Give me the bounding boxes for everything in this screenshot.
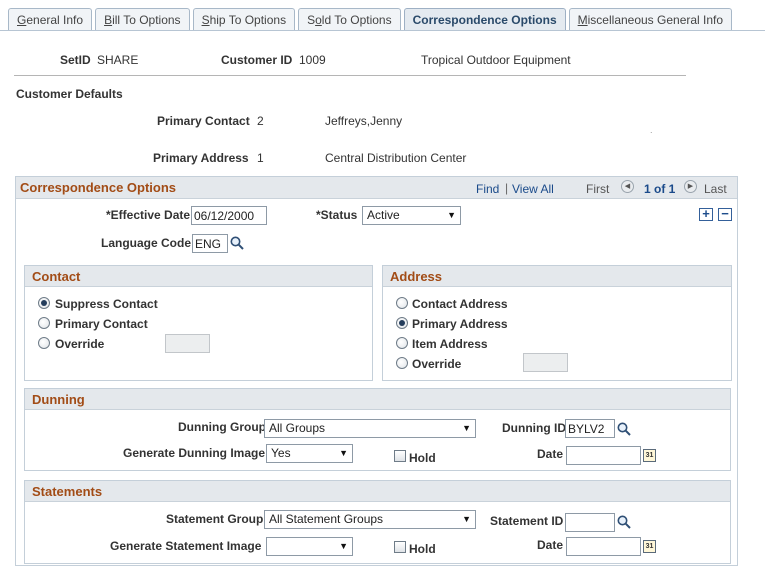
chevron-down-icon: ▼ [339, 448, 348, 458]
generate-statement-image-label: Generate Statement Image [110, 539, 262, 553]
tab-ship-to-options[interactable]: Ship To Options [192, 8, 296, 31]
find-link[interactable]: Find [476, 182, 499, 196]
primary-contact-option-label: Primary Contact [55, 317, 148, 331]
setid-label: SetID [60, 53, 91, 67]
primary-address-number: 1 [257, 151, 264, 165]
contact-override-input[interactable] [165, 334, 210, 353]
first-label: First [586, 182, 610, 196]
primary-contact-radio[interactable] [38, 317, 50, 329]
dunning-group-label: Dunning Group [178, 420, 266, 434]
dunning-hold-checkbox[interactable] [394, 450, 406, 462]
effective-date-label: *Effective Date [106, 208, 191, 222]
item-address-label: Item Address [412, 337, 488, 351]
chevron-down-icon: ▼ [462, 423, 471, 433]
primary-contact-number: 2 [257, 114, 264, 128]
status-select[interactable]: Active ▼ [362, 206, 461, 225]
primary-contact-label: Primary Contact [157, 114, 250, 128]
statements-title: Statements [25, 481, 730, 502]
tab-general-info[interactable]: General Info [8, 8, 93, 31]
suppress-contact-label: Suppress Contact [55, 297, 158, 311]
effective-date-input[interactable] [191, 206, 267, 225]
delete-row-button[interactable]: − [718, 207, 732, 221]
tab-sold-to-options[interactable]: So ld To Options [298, 8, 401, 31]
contact-address-radio[interactable] [396, 297, 408, 309]
statement-hold-checkbox[interactable] [394, 541, 406, 553]
language-code-label: Language Code [101, 236, 192, 250]
dunning-id-label: Dunning ID [502, 421, 566, 435]
primary-address-name: Central Distribution Center [325, 151, 467, 165]
dunning-date-label: Date [537, 447, 564, 461]
primary-contact-name: Jeffreys,Jenny [325, 114, 403, 128]
status-label: *Status [316, 208, 358, 222]
calendar-icon[interactable]: 31 [643, 540, 656, 553]
tab-correspondence-options[interactable]: Correspondence Options [403, 8, 566, 31]
address-override-label: Override [412, 357, 462, 371]
customer-id-label: Customer ID [221, 53, 293, 67]
primary-address-option-label: Primary Address [412, 317, 508, 331]
contact-address-label: Contact Address [412, 297, 508, 311]
tab-bar: General Info Bill To Options Ship To Opt… [8, 8, 733, 31]
primary-address-radio[interactable] [396, 317, 408, 329]
calendar-icon[interactable]: 31 [643, 449, 656, 462]
statement-date-input[interactable] [566, 537, 641, 556]
dunning-group-select[interactable]: All Groups ▼ [264, 419, 476, 438]
dunning-date-input[interactable] [566, 446, 641, 465]
customer-defaults-title: Customer Defaults [16, 87, 123, 101]
language-code-input[interactable] [192, 234, 228, 253]
stray-mark: . [650, 125, 653, 135]
header-divider [14, 75, 686, 76]
statement-id-input[interactable] [565, 513, 615, 532]
statement-group-select[interactable]: All Statement Groups ▼ [264, 510, 476, 529]
contact-override-radio[interactable] [38, 337, 50, 349]
address-override-input[interactable] [523, 353, 568, 372]
generate-dunning-image-select[interactable]: Yes ▼ [266, 444, 353, 463]
previous-arrow-icon[interactable]: ◀ [621, 180, 634, 193]
statement-date-label: Date [537, 538, 564, 552]
address-title: Address [383, 266, 731, 287]
contact-override-label: Override [55, 337, 105, 351]
tab-underline [0, 30, 765, 31]
search-icon[interactable] [616, 421, 632, 437]
last-label: Last [704, 182, 727, 196]
add-row-button[interactable]: + [699, 207, 713, 221]
tab-bill-to-options[interactable]: Bill To Options [95, 8, 190, 31]
statement-id-label: Statement ID [490, 514, 564, 528]
statement-hold-label: Hold [409, 542, 436, 556]
primary-address-label: Primary Address [153, 151, 249, 165]
chevron-down-icon: ▼ [339, 541, 348, 551]
customer-id-value: 1009 [299, 53, 326, 67]
suppress-contact-radio[interactable] [38, 297, 50, 309]
view-all-link[interactable]: View All [512, 182, 554, 196]
dunning-hold-label: Hold [409, 451, 436, 465]
statement-group-label: Statement Group [166, 512, 264, 526]
address-override-radio[interactable] [396, 357, 408, 369]
dunning-id-input[interactable] [565, 419, 615, 438]
search-icon[interactable] [229, 235, 245, 251]
setid-value: SHARE [97, 53, 139, 67]
generate-dunning-image-label: Generate Dunning Image [123, 446, 266, 460]
item-address-radio[interactable] [396, 337, 408, 349]
find-divider: | [505, 181, 509, 195]
search-icon[interactable] [616, 514, 632, 530]
chevron-down-icon: ▼ [462, 514, 471, 524]
contact-title: Contact [25, 266, 372, 287]
tab-miscellaneous-general-info[interactable]: Miscellaneous General Info [568, 8, 733, 31]
next-arrow-icon[interactable]: ▶ [684, 180, 697, 193]
dunning-title: Dunning [25, 389, 730, 410]
customer-name: Tropical Outdoor Equipment [421, 53, 571, 67]
generate-statement-image-select[interactable]: ▼ [266, 537, 353, 556]
chevron-down-icon: ▼ [447, 210, 456, 220]
row-count: 1 of 1 [644, 182, 676, 196]
